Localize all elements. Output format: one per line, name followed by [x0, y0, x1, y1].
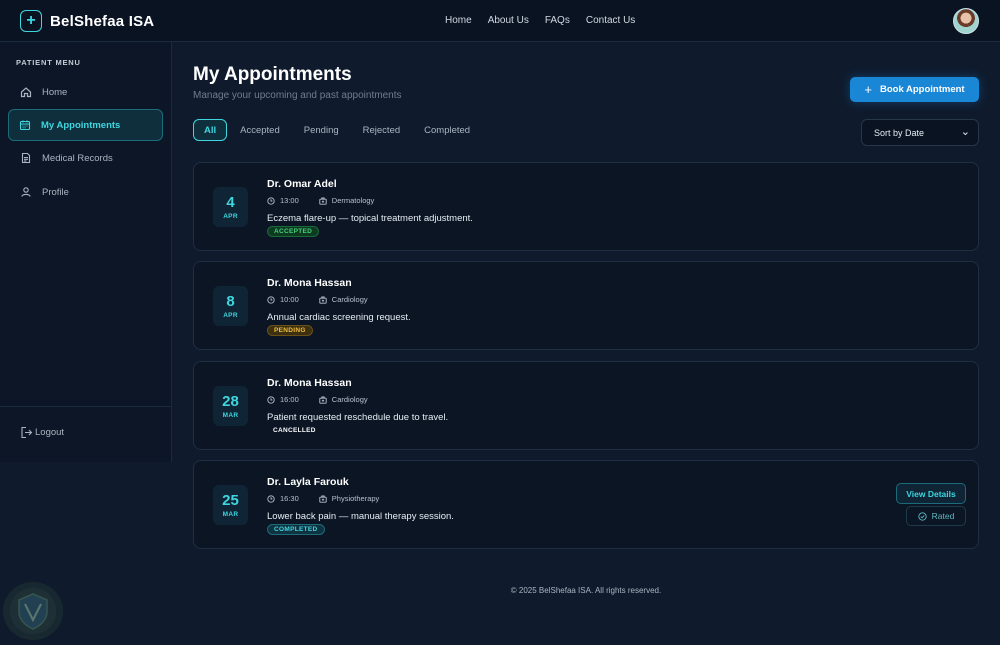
sidebar-divider [0, 406, 171, 407]
status-badge: ACCEPTED [267, 226, 320, 237]
top-bar: + BelShefaa ISA Home About Us FAQs Conta… [0, 0, 1000, 42]
top-nav: Home About Us FAQs Contact Us [445, 15, 635, 26]
appointment-meta: 13:00 Dermatology [267, 196, 374, 205]
tab-pending[interactable]: Pending [292, 119, 351, 141]
tab-rejected[interactable]: Rejected [351, 119, 413, 141]
rated-label: Rated [931, 511, 955, 521]
appointment-description: Patient requested reschedule due to trav… [267, 412, 449, 423]
sidebar-item-profile[interactable]: Profile [10, 178, 162, 206]
sidebar-item-medical-records[interactable]: Medical Records [10, 144, 162, 172]
appointment-specialty: Cardiology [331, 395, 368, 404]
clock-icon [267, 395, 275, 404]
plus-icon: + [864, 82, 872, 97]
nav-home[interactable]: Home [445, 15, 472, 26]
appointment-time: 13:00 [280, 196, 299, 205]
sidebar-item-label: Profile [42, 186, 69, 198]
clock-icon [267, 494, 275, 503]
nav-about[interactable]: About Us [488, 15, 529, 26]
plus-logo-icon: + [20, 10, 42, 32]
logout-icon [21, 426, 33, 439]
page-title: My Appointments [193, 64, 352, 85]
logout-label: Logout [35, 427, 65, 438]
doctor-name: Dr. Mona Hassan [267, 277, 352, 289]
briefcase-medical-icon [319, 495, 327, 503]
clock-icon [267, 295, 275, 304]
book-appointment-label: Book Appointment [879, 84, 965, 95]
date-box: 4 APR [213, 187, 248, 227]
document-icon [21, 152, 31, 164]
appointment-specialty: Cardiology [331, 295, 368, 304]
user-avatar[interactable] [953, 8, 979, 34]
tab-all[interactable]: All [193, 119, 228, 141]
appointment-meta: 16:30 Physiotherapy [267, 494, 379, 503]
book-appointment-button[interactable]: + Book Appointment [850, 77, 979, 102]
date-box: 8 APR [213, 286, 248, 326]
appointment-specialty: Physiotherapy [331, 494, 380, 503]
sidebar-item-home[interactable]: Home [10, 78, 162, 106]
view-details-button[interactable]: View Details [896, 483, 966, 504]
sidebar-item-label: Medical Records [42, 152, 113, 164]
sort-select-value: Sort by Date [874, 127, 925, 138]
appointment-description: Annual cardiac screening request. [267, 312, 411, 323]
briefcase-medical-icon [319, 396, 327, 404]
sidebar: PATIENT MENU Home My Appointments Medica… [0, 42, 172, 462]
chevron-down-icon: ⌄ [960, 126, 970, 139]
date-month: APR [223, 212, 238, 220]
sidebar-title: PATIENT MENU [16, 58, 81, 67]
watermark-logo [3, 582, 63, 640]
footer-copyright: © 2025 BelShefaa ISA. All rights reserve… [510, 586, 662, 595]
rated-button[interactable]: Rated [906, 506, 966, 526]
appointment-card: 28 MAR Dr. Mona Hassan 16:00 Cardiology … [193, 361, 979, 450]
appointment-time: 10:00 [280, 295, 299, 304]
sort-select[interactable]: Sort by Date ⌄ [861, 119, 979, 146]
doctor-name: Dr. Mona Hassan [267, 377, 352, 389]
clock-icon [267, 196, 275, 205]
shield-icon [18, 593, 48, 630]
appointment-specialty: Dermatology [331, 196, 375, 205]
page-subtitle: Manage your upcoming and past appointmen… [193, 90, 402, 101]
status-badge: CANCELLED [273, 427, 316, 434]
date-day: 28 [222, 392, 239, 410]
appointment-description: Eczema flare-up — topical treatment adju… [267, 213, 473, 224]
brand-name: BelShefaa ISA [50, 12, 155, 30]
doctor-name: Dr. Layla Farouk [267, 476, 349, 488]
nav-contact[interactable]: Contact Us [586, 15, 635, 26]
home-icon [20, 87, 32, 98]
appointment-meta: 10:00 Cardiology [267, 295, 368, 304]
date-box: 25 MAR [213, 485, 248, 525]
date-month: APR [223, 311, 238, 319]
user-icon [21, 187, 31, 197]
status-badge: PENDING [267, 325, 313, 336]
tab-completed[interactable]: Completed [412, 119, 482, 141]
appointment-card: 4 APR Dr. Omar Adel 13:00 Dermatology Ec… [193, 162, 979, 251]
date-day: 4 [226, 193, 235, 211]
date-box: 28 MAR [213, 386, 248, 426]
logout-button[interactable]: Logout [20, 426, 64, 439]
sidebar-item-my-appointments[interactable]: My Appointments [8, 109, 163, 141]
appointment-description: Lower back pain — manual therapy session… [267, 511, 454, 522]
appointment-meta: 16:00 Cardiology [267, 395, 368, 404]
sidebar-item-label: My Appointments [41, 119, 121, 131]
tab-accepted[interactable]: Accepted [228, 119, 292, 141]
appointment-card: 25 MAR Dr. Layla Farouk 16:30 Physiother… [193, 460, 979, 549]
status-tabs: All Accepted Pending Rejected Completed [193, 119, 482, 141]
date-month: MAR [222, 411, 239, 419]
calendar-icon [19, 120, 31, 131]
sidebar-item-label: Home [42, 86, 68, 98]
brand[interactable]: + BelShefaa ISA [20, 10, 154, 32]
date-month: MAR [222, 510, 239, 518]
appointment-time: 16:30 [280, 494, 299, 503]
date-day: 8 [226, 292, 235, 310]
date-day: 25 [222, 491, 239, 509]
appointment-time: 16:00 [280, 395, 299, 404]
nav-faqs[interactable]: FAQs [545, 15, 570, 26]
appointment-card: 8 APR Dr. Mona Hassan 10:00 Cardiology A… [193, 261, 979, 350]
briefcase-medical-icon [319, 296, 327, 304]
doctor-name: Dr. Omar Adel [267, 178, 337, 190]
check-circle-icon [918, 511, 927, 521]
briefcase-medical-icon [319, 197, 327, 205]
status-badge: COMPLETED [267, 524, 325, 535]
